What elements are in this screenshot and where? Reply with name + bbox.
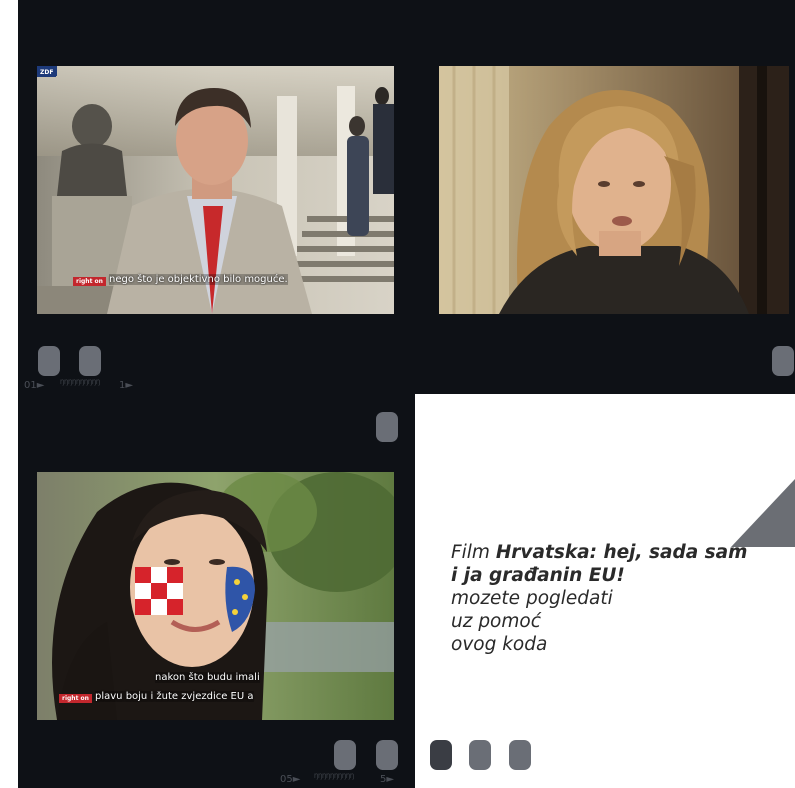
subtitle-text-line2: plavu boju i žute zvjezdice EU a: [95, 691, 254, 702]
subtitle-text-line1: nakon što budu imali: [155, 672, 260, 683]
sprocket-hole: [376, 740, 398, 770]
film-microtext: ŊŊŊŊŊŊŊŊŊŊ: [60, 379, 100, 386]
subtitle-text: nego što je objektivno bilo moguće.: [109, 274, 288, 285]
decorative-block: [509, 740, 531, 770]
film-frame-girl: nakon što budu imali right on plavu boju…: [37, 472, 394, 720]
frame-number: 05►: [280, 774, 301, 785]
caption-line2: mozete pogledati: [451, 588, 613, 609]
subtitle-logo: right on: [73, 277, 106, 286]
sprocket-hole: [334, 740, 356, 770]
corner-triangle-icon: [731, 479, 795, 547]
frame-number: 1►: [119, 380, 134, 391]
sprocket-hole: [79, 346, 101, 376]
decorative-block: [430, 740, 452, 770]
sprocket-hole: [376, 412, 398, 442]
film-title: Hrvatska: hej, sada sam i ja građanin EU…: [451, 542, 748, 586]
sprocket-hole: [772, 346, 794, 376]
channel-tag: ZDF: [37, 68, 57, 77]
film-frame-woman: [439, 66, 789, 314]
frame-number: 5►: [380, 774, 395, 785]
caption-line4: ovog koda: [451, 634, 548, 655]
subtitle-logo: right on: [59, 694, 92, 703]
caption-text: Film Hrvatska: hej, sada sam i ja građan…: [451, 541, 751, 656]
brochure-page: ZDF right on nego što je objektivno bilo…: [0, 0, 795, 788]
caption-prefix: Film: [451, 542, 496, 563]
caption-line3: uz pomoć: [451, 611, 541, 632]
decorative-block: [469, 740, 491, 770]
film-frame-man: ZDF right on nego što je objektivno bilo…: [37, 66, 394, 314]
film-microtext: ŊŊŊŊŊŊŊŊŊŊ: [314, 773, 354, 780]
woman-photo: [439, 66, 789, 314]
frame-number: 01►: [24, 380, 45, 391]
sprocket-hole: [38, 346, 60, 376]
